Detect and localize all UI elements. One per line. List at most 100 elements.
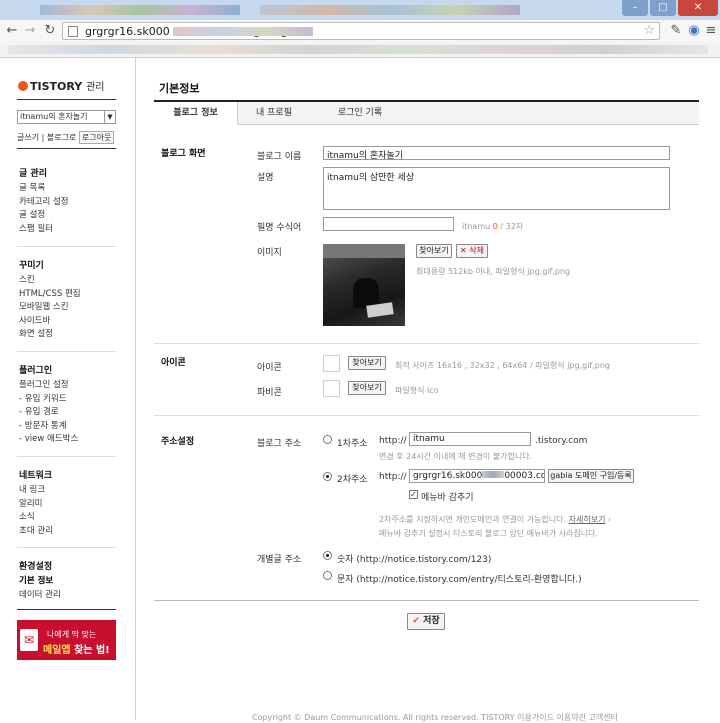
- star-icon[interactable]: ☆: [643, 23, 655, 38]
- extension-icon[interactable]: ◉: [686, 23, 702, 39]
- sidebar-item-notifier[interactable]: 알리미: [19, 498, 53, 512]
- to-blog-link[interactable]: 블로그로: [47, 133, 76, 142]
- blurred-bookmarks: [8, 45, 708, 54]
- blog-image-thumbnail: [323, 244, 405, 326]
- section-blog-screen: 블로그 화면: [161, 149, 206, 159]
- sidebar-item-news[interactable]: 소식: [19, 511, 53, 525]
- tistory-logo[interactable]: TISTORY 관리: [18, 78, 104, 93]
- nickname-max: / 32자: [497, 222, 524, 231]
- sidebar-item-screen-settings[interactable]: 화면 설정: [19, 328, 81, 342]
- sidebar-item-referrers[interactable]: - 유입 경로: [19, 406, 78, 420]
- sidebar-item-post-settings[interactable]: 글 설정: [19, 209, 69, 223]
- permalink-text-radio[interactable]: [323, 571, 332, 580]
- banner-line1: 나에게 딱 맞는: [47, 630, 97, 639]
- menubar-hide-checkbox[interactable]: ✓: [409, 490, 418, 499]
- nickname-hint-name: itnamu: [462, 222, 491, 231]
- more-info-link[interactable]: 자세히보기: [569, 515, 606, 524]
- sidebar-quick-links: 글쓰기 | 블로그로 로그아웃: [17, 131, 115, 144]
- sidebar-item-sidebar[interactable]: 사이드바: [19, 315, 81, 329]
- address-bar[interactable]: grgrgr16.sk000 n/admin/setting/blog/ ☆: [62, 22, 660, 40]
- icon-browse-button[interactable]: 찾아보기: [348, 356, 386, 370]
- footer: Copyright © Daum Communications. All rig…: [252, 713, 618, 722]
- favicon-browse-button[interactable]: 찾아보기: [348, 381, 386, 395]
- sidebar-item-keywords[interactable]: - 유입 키워드: [19, 393, 78, 407]
- secondary-address-input[interactable]: grgrgr16.sk000 00003.com: [409, 469, 545, 483]
- blog-select[interactable]: itnamu의 혼자놀기 ▼: [17, 110, 116, 124]
- blurred-text: [482, 471, 505, 478]
- sidebar-item-mobile-skin[interactable]: 모바일웹 스킨: [19, 301, 81, 315]
- maximize-icon[interactable]: □: [650, 0, 676, 16]
- blog-address-label: 블로그 주소: [257, 439, 302, 449]
- sidebar-group-title: 꾸미기: [19, 261, 44, 271]
- menu-icon[interactable]: ≡: [703, 23, 719, 39]
- sidebar-item-category[interactable]: 카테고리 설정: [19, 196, 69, 210]
- tab-my-profile[interactable]: 내 프로필: [238, 102, 310, 125]
- close-window-icon[interactable]: ✕: [678, 0, 718, 16]
- sidebar-item-plugin-settings[interactable]: 플러그인 설정: [19, 379, 78, 393]
- primary-address-radio[interactable]: [323, 435, 332, 444]
- sidebar-item-basic-info[interactable]: 기본 정보: [19, 575, 61, 589]
- favicon-hint: 파일형식 ico: [395, 386, 439, 395]
- window-controls: – □ ✕: [622, 0, 718, 18]
- sidebar-item-my-links[interactable]: 내 링크: [19, 484, 53, 498]
- sidebar-group-network: 네트워크 내 링크 알리미 소식 초대 관리: [19, 468, 53, 538]
- primary-address-input[interactable]: itnamu: [409, 432, 531, 446]
- reload-icon[interactable]: ↻: [42, 23, 58, 39]
- icon-label: 아이콘: [257, 363, 282, 373]
- permalink-label: 개별글 주소: [257, 555, 302, 565]
- blog-name-label: 블로그 이름: [257, 152, 302, 162]
- forward-arrow-icon[interactable]: →: [22, 23, 38, 39]
- sidebar-item-view-adbox[interactable]: - view 애드박스: [19, 433, 78, 447]
- note-text: 2차주소를 지정하시면 개인도메인과 연결이 가능합니다.: [379, 515, 567, 524]
- section-divider: [154, 343, 699, 344]
- sidebar-item-spam-filter[interactable]: 스팸 필터: [19, 223, 69, 237]
- blog-name-input[interactable]: itnamu의 혼자놀기: [323, 146, 670, 160]
- tab-login-history[interactable]: 로그인 기록: [320, 102, 400, 125]
- envelope-icon: ✉: [20, 629, 38, 651]
- sidebar-item-visitor-stats[interactable]: - 방문자 통계: [19, 420, 78, 434]
- sidebar-divider: [17, 609, 116, 610]
- write-link[interactable]: 글쓰기: [17, 133, 39, 142]
- sidebar-item-post-list[interactable]: 글 목록: [19, 182, 69, 196]
- sidebar-group-title: 글 관리: [19, 169, 47, 179]
- nickname-label: 필명 수식어: [257, 223, 302, 233]
- permalink-number-radio[interactable]: [323, 551, 332, 560]
- banner-line2: 메일앱 찾는 법!: [43, 641, 110, 656]
- icon-preview: [323, 355, 340, 372]
- permalink-text-label: 문자 (http://notice.tistory.com/entry/티스토리…: [337, 575, 582, 585]
- tab-bar: 블로그 정보 내 프로필 로그인 기록: [154, 102, 699, 125]
- tab-blog-info[interactable]: 블로그 정보: [154, 102, 238, 125]
- minimize-icon[interactable]: –: [622, 0, 648, 16]
- sidebar-group-title: 환경설정: [19, 562, 53, 572]
- image-label: 이미지: [257, 248, 282, 258]
- sidebar-item-skin[interactable]: 스킨: [19, 274, 81, 288]
- main-content: 기본정보 블로그 정보 내 프로필 로그인 기록 블로그 화면 블로그 이름 i…: [137, 58, 720, 722]
- description-label: 설명: [257, 173, 274, 183]
- blurred-tabs: [260, 5, 520, 15]
- logout-button[interactable]: 로그아웃: [78, 131, 115, 144]
- tistory-domain: .tistory.com: [535, 436, 588, 446]
- save-button[interactable]: ✔ 저장: [407, 613, 445, 630]
- secondary-address-radio[interactable]: [323, 472, 332, 481]
- sidebar-item-invites[interactable]: 초대 관리: [19, 525, 53, 539]
- gabia-domain-button[interactable]: gabia 도메인 구입/등록: [548, 469, 634, 483]
- sidebar-item-data-management[interactable]: 데이터 관리: [19, 589, 61, 603]
- sidebar-group-posts: 글 관리 글 목록 카테고리 설정 글 설정 스팸 필터: [19, 166, 69, 236]
- menubar-hide-label: 메뉴바 감추기: [421, 493, 474, 503]
- image-browse-button[interactable]: 찾아보기: [416, 244, 452, 258]
- secondary-note-line2: 메뉴바 감추기 설정시 티스토리 블로그 상단 메뉴바가 사라집니다.: [379, 529, 599, 538]
- image-delete-button[interactable]: ✕ 삭제: [456, 244, 488, 258]
- sidebar-group-design: 꾸미기 스킨 HTML/CSS 편집 모바일웹 스킨 사이드바 화면 설정: [19, 258, 81, 342]
- favicon-preview: [323, 380, 340, 397]
- sidebar-divider: [17, 547, 116, 548]
- description-textarea[interactable]: itnamu의 삼만한 세상: [323, 167, 670, 210]
- page-title: 기본정보: [159, 82, 200, 95]
- mail-app-banner[interactable]: ✉ 나에게 딱 맞는 메일앱 찾는 법!: [17, 620, 116, 660]
- sidebar-divider: [17, 148, 116, 149]
- secondary-note-line1: 2차주소를 지정하시면 개인도메인과 연결이 가능합니다. 자세히보기 ›: [379, 515, 612, 524]
- back-arrow-icon[interactable]: ←: [4, 23, 20, 39]
- nickname-input[interactable]: [323, 217, 454, 231]
- sidebar-item-html-css[interactable]: HTML/CSS 편집: [19, 288, 81, 302]
- favicon-label: 파비콘: [257, 388, 282, 398]
- extension-icon[interactable]: ✎: [668, 23, 684, 39]
